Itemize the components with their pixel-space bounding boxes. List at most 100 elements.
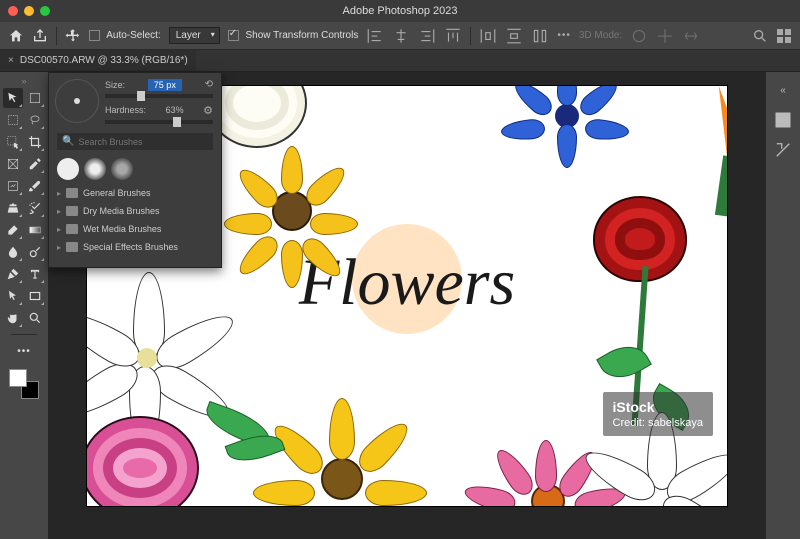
flip-brush-icon[interactable]: ⟲	[205, 79, 213, 90]
properties-panel-icon[interactable]	[773, 140, 793, 160]
search-icon: 🔍	[62, 136, 74, 147]
color-panel-icon[interactable]	[773, 110, 793, 130]
canvas-flower-red-rose	[593, 196, 687, 282]
brush-preset-soft-round[interactable]	[84, 158, 106, 180]
brush-folder[interactable]: ▸Wet Media Brushes	[55, 222, 215, 236]
title-bar: Adobe Photoshop 2023	[0, 0, 800, 22]
three-d-pan-icon	[656, 27, 674, 45]
edit-toolbar-button[interactable]: •••	[14, 341, 34, 361]
color-swatches[interactable]	[9, 369, 39, 399]
blur-tool[interactable]	[3, 242, 23, 262]
app-title: Adobe Photoshop 2023	[343, 5, 458, 17]
brush-hardness-label: Hardness:	[105, 105, 146, 115]
rectangle-tool[interactable]	[25, 286, 45, 306]
brush-size-label: Size:	[105, 80, 125, 90]
crop-tool[interactable]	[25, 132, 45, 152]
show-transform-label: Show Transform Controls	[246, 30, 359, 41]
dodge-tool[interactable]	[25, 242, 45, 262]
align-horizontal-centers-icon[interactable]	[392, 27, 410, 45]
brush-search-input[interactable]	[78, 137, 208, 147]
share-icon[interactable]	[32, 28, 48, 44]
three-d-mode-label: 3D Mode:	[579, 30, 622, 41]
document-tab[interactable]: × DSC00570.ARW @ 33.3% (RGB/16*)	[0, 50, 196, 71]
canvas-flower-yellow-daisy	[267, 406, 417, 506]
zoom-tool[interactable]	[25, 308, 45, 328]
expand-panels-icon[interactable]: «	[773, 80, 793, 100]
chevron-right-icon: ▸	[57, 207, 61, 216]
window-controls	[8, 6, 50, 16]
more-align-options-icon[interactable]: •••	[557, 30, 571, 41]
spot-healing-brush-tool[interactable]	[3, 176, 23, 196]
canvas-watermark: iStock Credit: sabelskaya	[603, 392, 714, 436]
auto-select-checkbox[interactable]: Auto-Select:	[89, 30, 161, 41]
workspace-switcher-icon[interactable]	[776, 28, 792, 44]
pen-tool[interactable]	[3, 264, 23, 284]
history-brush-tool[interactable]	[25, 198, 45, 218]
brush-preset-panel[interactable]: Size: 75 px ⟲ Hardness: 63% ⚙ 🔍	[48, 72, 222, 268]
toolbox-divider	[11, 334, 37, 335]
folder-icon	[66, 206, 78, 216]
separator	[56, 27, 57, 45]
close-window-button[interactable]	[8, 6, 18, 16]
auto-select-label: Auto-Select:	[106, 30, 160, 41]
canvas-flower-bird-of-paradise	[715, 86, 727, 176]
gradient-tool[interactable]	[25, 220, 45, 240]
brush-tool[interactable]	[25, 176, 45, 196]
show-transform-checkbox[interactable]: Show Transform Controls	[228, 30, 359, 41]
brush-recent-presets	[49, 154, 221, 184]
toolbox-collapse-icon[interactable]: »	[21, 76, 26, 86]
distribute-horizontal-icon[interactable]	[479, 27, 497, 45]
align-left-edges-icon[interactable]	[366, 27, 384, 45]
toolbox: » •••	[0, 72, 48, 539]
close-tab-icon[interactable]: ×	[8, 55, 14, 66]
search-icon[interactable]	[752, 28, 768, 44]
brush-tip-preview	[55, 79, 99, 123]
distribute-vertical-icon[interactable]	[505, 27, 523, 45]
brush-settings-gear-icon[interactable]: ⚙	[203, 104, 213, 117]
home-icon[interactable]	[8, 28, 24, 44]
brush-preset-hard-round[interactable]	[57, 158, 79, 180]
brush-folder[interactable]: ▸General Brushes	[55, 186, 215, 200]
brush-folder[interactable]: ▸Special Effects Brushes	[55, 240, 215, 254]
layer-select[interactable]: Layer	[169, 27, 220, 44]
canvas-flower-pink-rose	[87, 416, 199, 506]
brush-size-slider[interactable]	[105, 94, 213, 98]
distribute-spacing-icon[interactable]	[531, 27, 549, 45]
foreground-color-swatch[interactable]	[9, 369, 27, 387]
chevron-right-icon: ▸	[57, 189, 61, 198]
minimize-window-button[interactable]	[24, 6, 34, 16]
hand-tool[interactable]	[3, 308, 23, 328]
chevron-right-icon: ▸	[57, 243, 61, 252]
zoom-window-button[interactable]	[40, 6, 50, 16]
watermark-brand: iStock	[613, 398, 704, 416]
right-panel-strip: «	[766, 72, 800, 539]
type-tool[interactable]	[25, 264, 45, 284]
folder-icon	[66, 224, 78, 234]
artboard-tool[interactable]	[25, 88, 45, 108]
brush-search[interactable]: 🔍	[57, 133, 213, 150]
eyedropper-tool[interactable]	[25, 154, 45, 174]
brush-preset-soft-round-2[interactable]	[111, 158, 133, 180]
brush-hardness-value[interactable]: 63%	[166, 105, 184, 115]
lasso-tool[interactable]	[25, 110, 45, 130]
object-selection-tool[interactable]	[3, 132, 23, 152]
checkbox-icon	[228, 30, 239, 41]
folder-icon	[66, 242, 78, 252]
align-top-edges-icon[interactable]	[444, 27, 462, 45]
path-selection-tool[interactable]	[3, 286, 23, 306]
three-d-orbit-icon	[630, 27, 648, 45]
canvas-flower-white-rose	[207, 86, 307, 148]
rectangular-marquee-tool[interactable]	[3, 110, 23, 130]
canvas-flower-sunflower-top	[237, 156, 347, 266]
clone-stamp-tool[interactable]	[3, 198, 23, 218]
brush-folder[interactable]: ▸Dry Media Brushes	[55, 204, 215, 218]
checkbox-icon	[89, 30, 100, 41]
eraser-tool[interactable]	[3, 220, 23, 240]
watermark-credit: Credit: sabelskaya	[613, 417, 704, 429]
separator	[470, 27, 471, 45]
move-tool[interactable]	[3, 88, 23, 108]
brush-size-value[interactable]: 75 px	[148, 79, 182, 91]
align-right-edges-icon[interactable]	[418, 27, 436, 45]
frame-tool[interactable]	[3, 154, 23, 174]
brush-hardness-slider[interactable]	[105, 120, 213, 124]
